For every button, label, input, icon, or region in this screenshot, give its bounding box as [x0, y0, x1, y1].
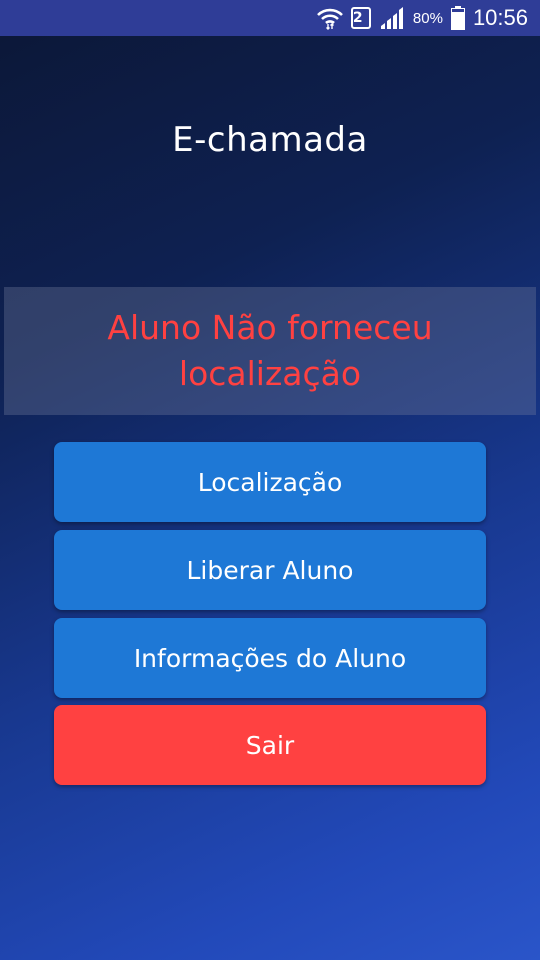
exit-button[interactable]: Sair [54, 705, 486, 785]
location-button[interactable]: Localização [54, 442, 486, 522]
release-student-button[interactable]: Liberar Aluno [54, 530, 486, 610]
battery-percent: 80% [412, 9, 443, 27]
student-info-button[interactable]: Informações do Aluno [54, 618, 486, 698]
app-title: E-chamada [172, 120, 368, 160]
status-bar: 2 80% 10:56 [0, 0, 540, 36]
sim-slot-badge: 2 [350, 7, 371, 29]
signal-icon [379, 7, 405, 29]
location-warning-panel: Aluno Não forneceu localização [4, 287, 536, 415]
battery-icon [450, 6, 465, 30]
clock: 10:56 [472, 5, 528, 30]
location-warning-message: Aluno Não forneceu localização [107, 308, 433, 393]
wifi-icon [316, 6, 343, 30]
